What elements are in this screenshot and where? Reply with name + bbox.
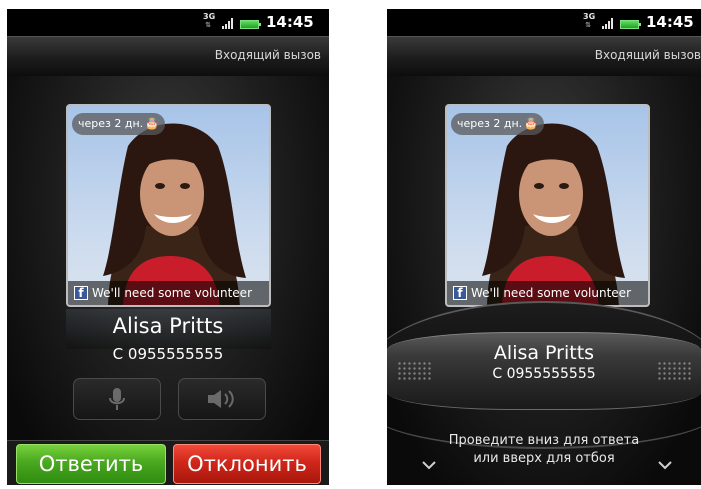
signal-icon (602, 17, 616, 29)
chevron-down-icon (422, 461, 436, 470)
call-action-bar: Ответить Отклонить (7, 440, 329, 485)
speaker-icon (208, 390, 234, 408)
speaker-button[interactable] (178, 378, 266, 420)
hint-line-1: Проведите вниз для ответа (448, 433, 640, 448)
birthday-badge: через 2 дн. 🎂 (451, 113, 544, 135)
mute-icon (109, 388, 125, 410)
caller-name: Alisa Pritts (112, 314, 224, 338)
cake-icon: 🎂 (145, 117, 159, 130)
caller-number: C 0955555555 (492, 366, 596, 382)
birthday-badge: через 2 дн. 🎂 (72, 113, 165, 135)
person-portrait (482, 123, 625, 305)
phone-screen-incoming-call-slider: 3G ⇅ 14:45 Входящий вызов через 2 дн. 🎂 f … (387, 9, 701, 485)
title-bar: Входящий вызов (7, 36, 329, 76)
facebook-status: We'll need some volunteer (471, 286, 632, 300)
battery-icon (620, 20, 641, 29)
status-bar: 3G ⇅ 14:45 (387, 9, 701, 36)
caller-name: Alisa Pritts (493, 342, 595, 364)
facebook-icon: f (453, 286, 467, 300)
caller-photo: через 2 дн. 🎂 f We'll need some volunteer (66, 104, 271, 307)
battery-icon (240, 20, 261, 29)
status-bar: 3G ⇅ 14:45 (7, 9, 329, 36)
screen-title: Входящий вызов (594, 48, 701, 62)
cake-icon: 🎂 (524, 117, 538, 130)
caller-photo: через 2 дн. 🎂 f We'll need some volunteer (445, 104, 650, 307)
status-time: 14:45 (266, 13, 314, 31)
network-icon: 3G ⇅ (583, 12, 596, 30)
phone-screen-incoming-call: 3G ⇅ 14:45 Входящий вызов через 2 дн. 🎂 f … (7, 9, 329, 485)
screen-title: Входящий вызов (214, 48, 321, 62)
caller-number: C 0955555555 (112, 345, 224, 363)
signal-icon (222, 17, 236, 29)
title-bar: Входящий вызов (387, 36, 701, 76)
facebook-status: We'll need some volunteer (92, 286, 253, 300)
network-icon: 3G ⇅ (203, 12, 216, 30)
facebook-icon: f (74, 286, 88, 300)
facebook-status-bar: f We'll need some volunteer (68, 281, 269, 305)
decline-button[interactable]: Отклонить (173, 444, 321, 484)
person-portrait (103, 123, 246, 305)
status-time: 14:45 (646, 13, 694, 31)
chevron-down-icon (658, 461, 672, 470)
mute-button[interactable] (73, 378, 161, 420)
answer-button[interactable]: Ответить (16, 444, 166, 484)
